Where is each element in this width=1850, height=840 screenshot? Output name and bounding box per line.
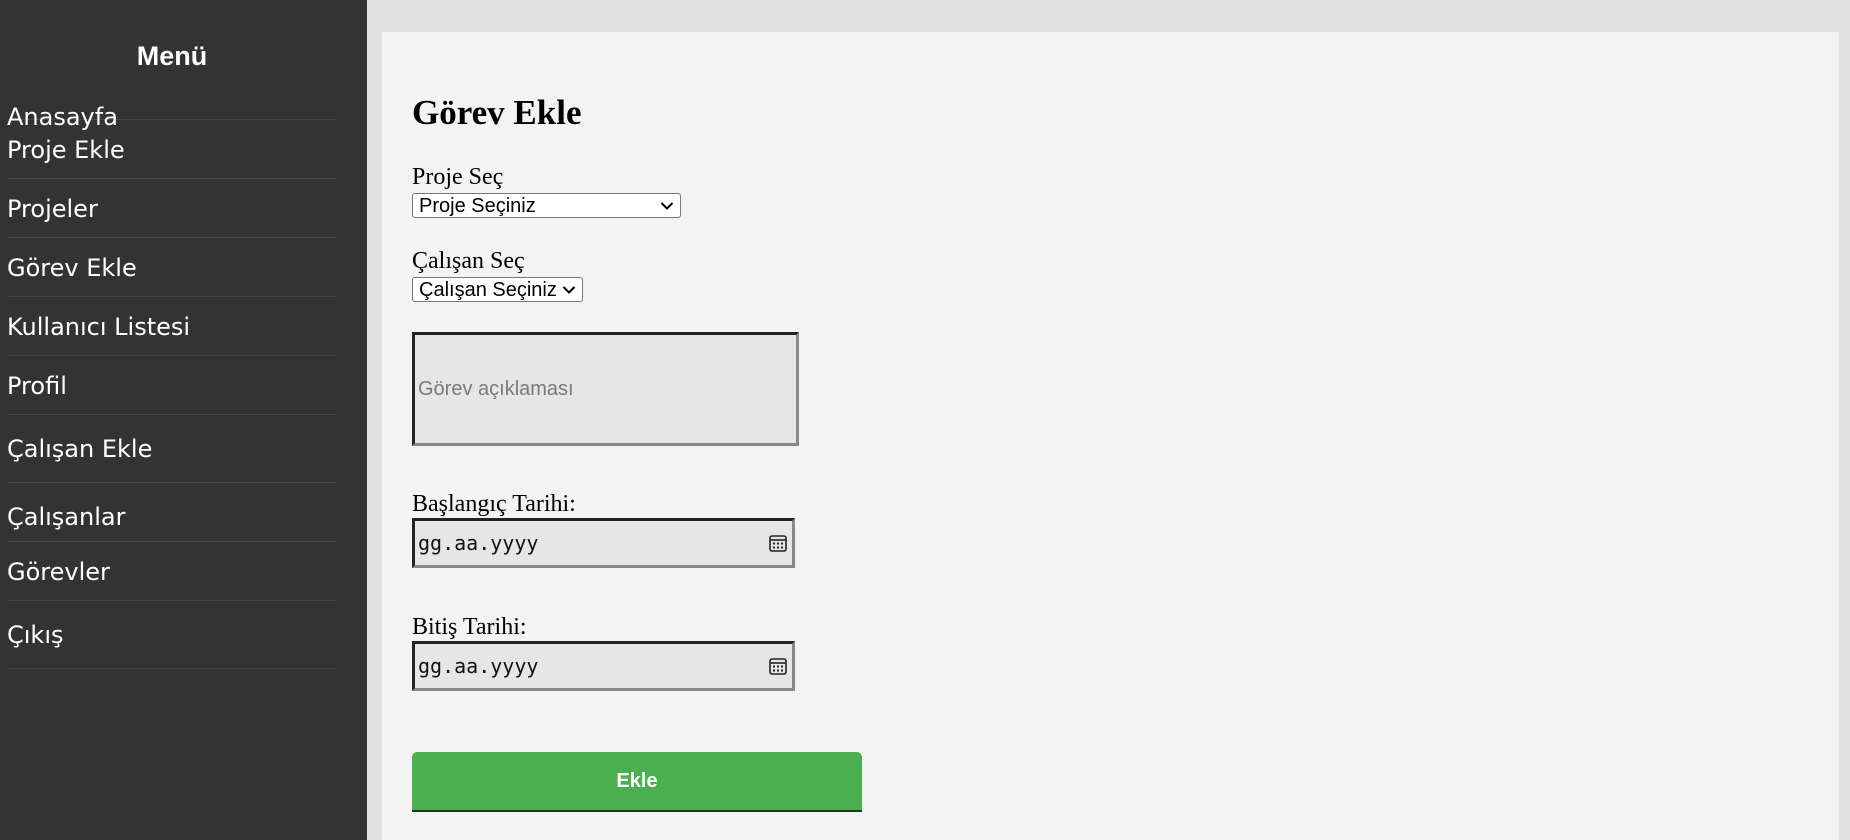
project-select-value: Proje Seçiniz bbox=[419, 194, 536, 217]
main-content: Görev Ekle Proje Seç Proje Seçiniz Çalış… bbox=[382, 32, 1839, 840]
sidebar-item-label: Projeler bbox=[7, 195, 98, 223]
sidebar-item-label: Çalışanlar bbox=[7, 503, 126, 531]
employee-label: Çalışan Seç bbox=[412, 248, 525, 274]
sidebar-item-label: Çıkış bbox=[7, 621, 64, 649]
page-title: Görev Ekle bbox=[412, 93, 582, 132]
project-label: Proje Seç bbox=[412, 164, 504, 190]
sidebar-item-label: Çalışan Ekle bbox=[7, 435, 153, 463]
task-description-textarea[interactable]: Görev açıklaması bbox=[412, 332, 799, 446]
employee-select[interactable]: Çalışan Seçiniz bbox=[412, 277, 583, 302]
calendar-icon[interactable] bbox=[768, 656, 788, 676]
end-date-input[interactable]: gg.aa.yyyy bbox=[412, 641, 795, 691]
sidebar-item-gorev-ekle[interactable]: Görev Ekle bbox=[7, 238, 336, 297]
sidebar-item-profil[interactable]: Profil bbox=[7, 356, 336, 415]
start-date-input[interactable]: gg.aa.yyyy bbox=[412, 518, 795, 568]
sidebar-item-label: Kullanıcı Listesi bbox=[7, 313, 191, 341]
sidebar-item-label: Profil bbox=[7, 372, 67, 400]
sidebar-item-label: Proje Ekle bbox=[7, 136, 125, 164]
sidebar-item-calisanlar[interactable]: Çalışanlar bbox=[7, 483, 336, 542]
end-date-value: gg.aa.yyyy bbox=[418, 654, 539, 678]
chevron-down-icon bbox=[561, 282, 577, 298]
sidebar-item-kullanici-listesi[interactable]: Kullanıcı Listesi bbox=[7, 297, 336, 356]
sidebar-menu: Anasayfa Proje Ekle Projeler Görev Ekle … bbox=[0, 61, 367, 669]
start-date-label: Başlangıç Tarihi: bbox=[412, 491, 576, 517]
employee-select-value: Çalışan Seçiniz bbox=[419, 278, 557, 301]
start-date-value: gg.aa.yyyy bbox=[418, 531, 539, 555]
calendar-icon[interactable] bbox=[768, 533, 788, 553]
task-description-placeholder: Görev açıklaması bbox=[418, 377, 574, 400]
sidebar: Menü Anasayfa Proje Ekle Projeler Görev … bbox=[0, 0, 367, 840]
chevron-down-icon bbox=[659, 198, 675, 214]
sidebar-title: Menü bbox=[136, 41, 208, 71]
end-date-label: Bitiş Tarihi: bbox=[412, 614, 527, 640]
sidebar-item-calisan-ekle[interactable]: Çalışan Ekle bbox=[7, 415, 336, 483]
sidebar-item-gorevler[interactable]: Görevler bbox=[7, 542, 336, 601]
submit-button[interactable]: Ekle bbox=[412, 752, 862, 812]
sidebar-item-label: Görevler bbox=[7, 558, 110, 586]
project-select[interactable]: Proje Seçiniz bbox=[412, 193, 681, 218]
sidebar-item-label: Görev Ekle bbox=[7, 254, 137, 282]
sidebar-item-projeler[interactable]: Projeler bbox=[7, 179, 336, 238]
sidebar-item-cikis[interactable]: Çıkış bbox=[7, 601, 336, 669]
